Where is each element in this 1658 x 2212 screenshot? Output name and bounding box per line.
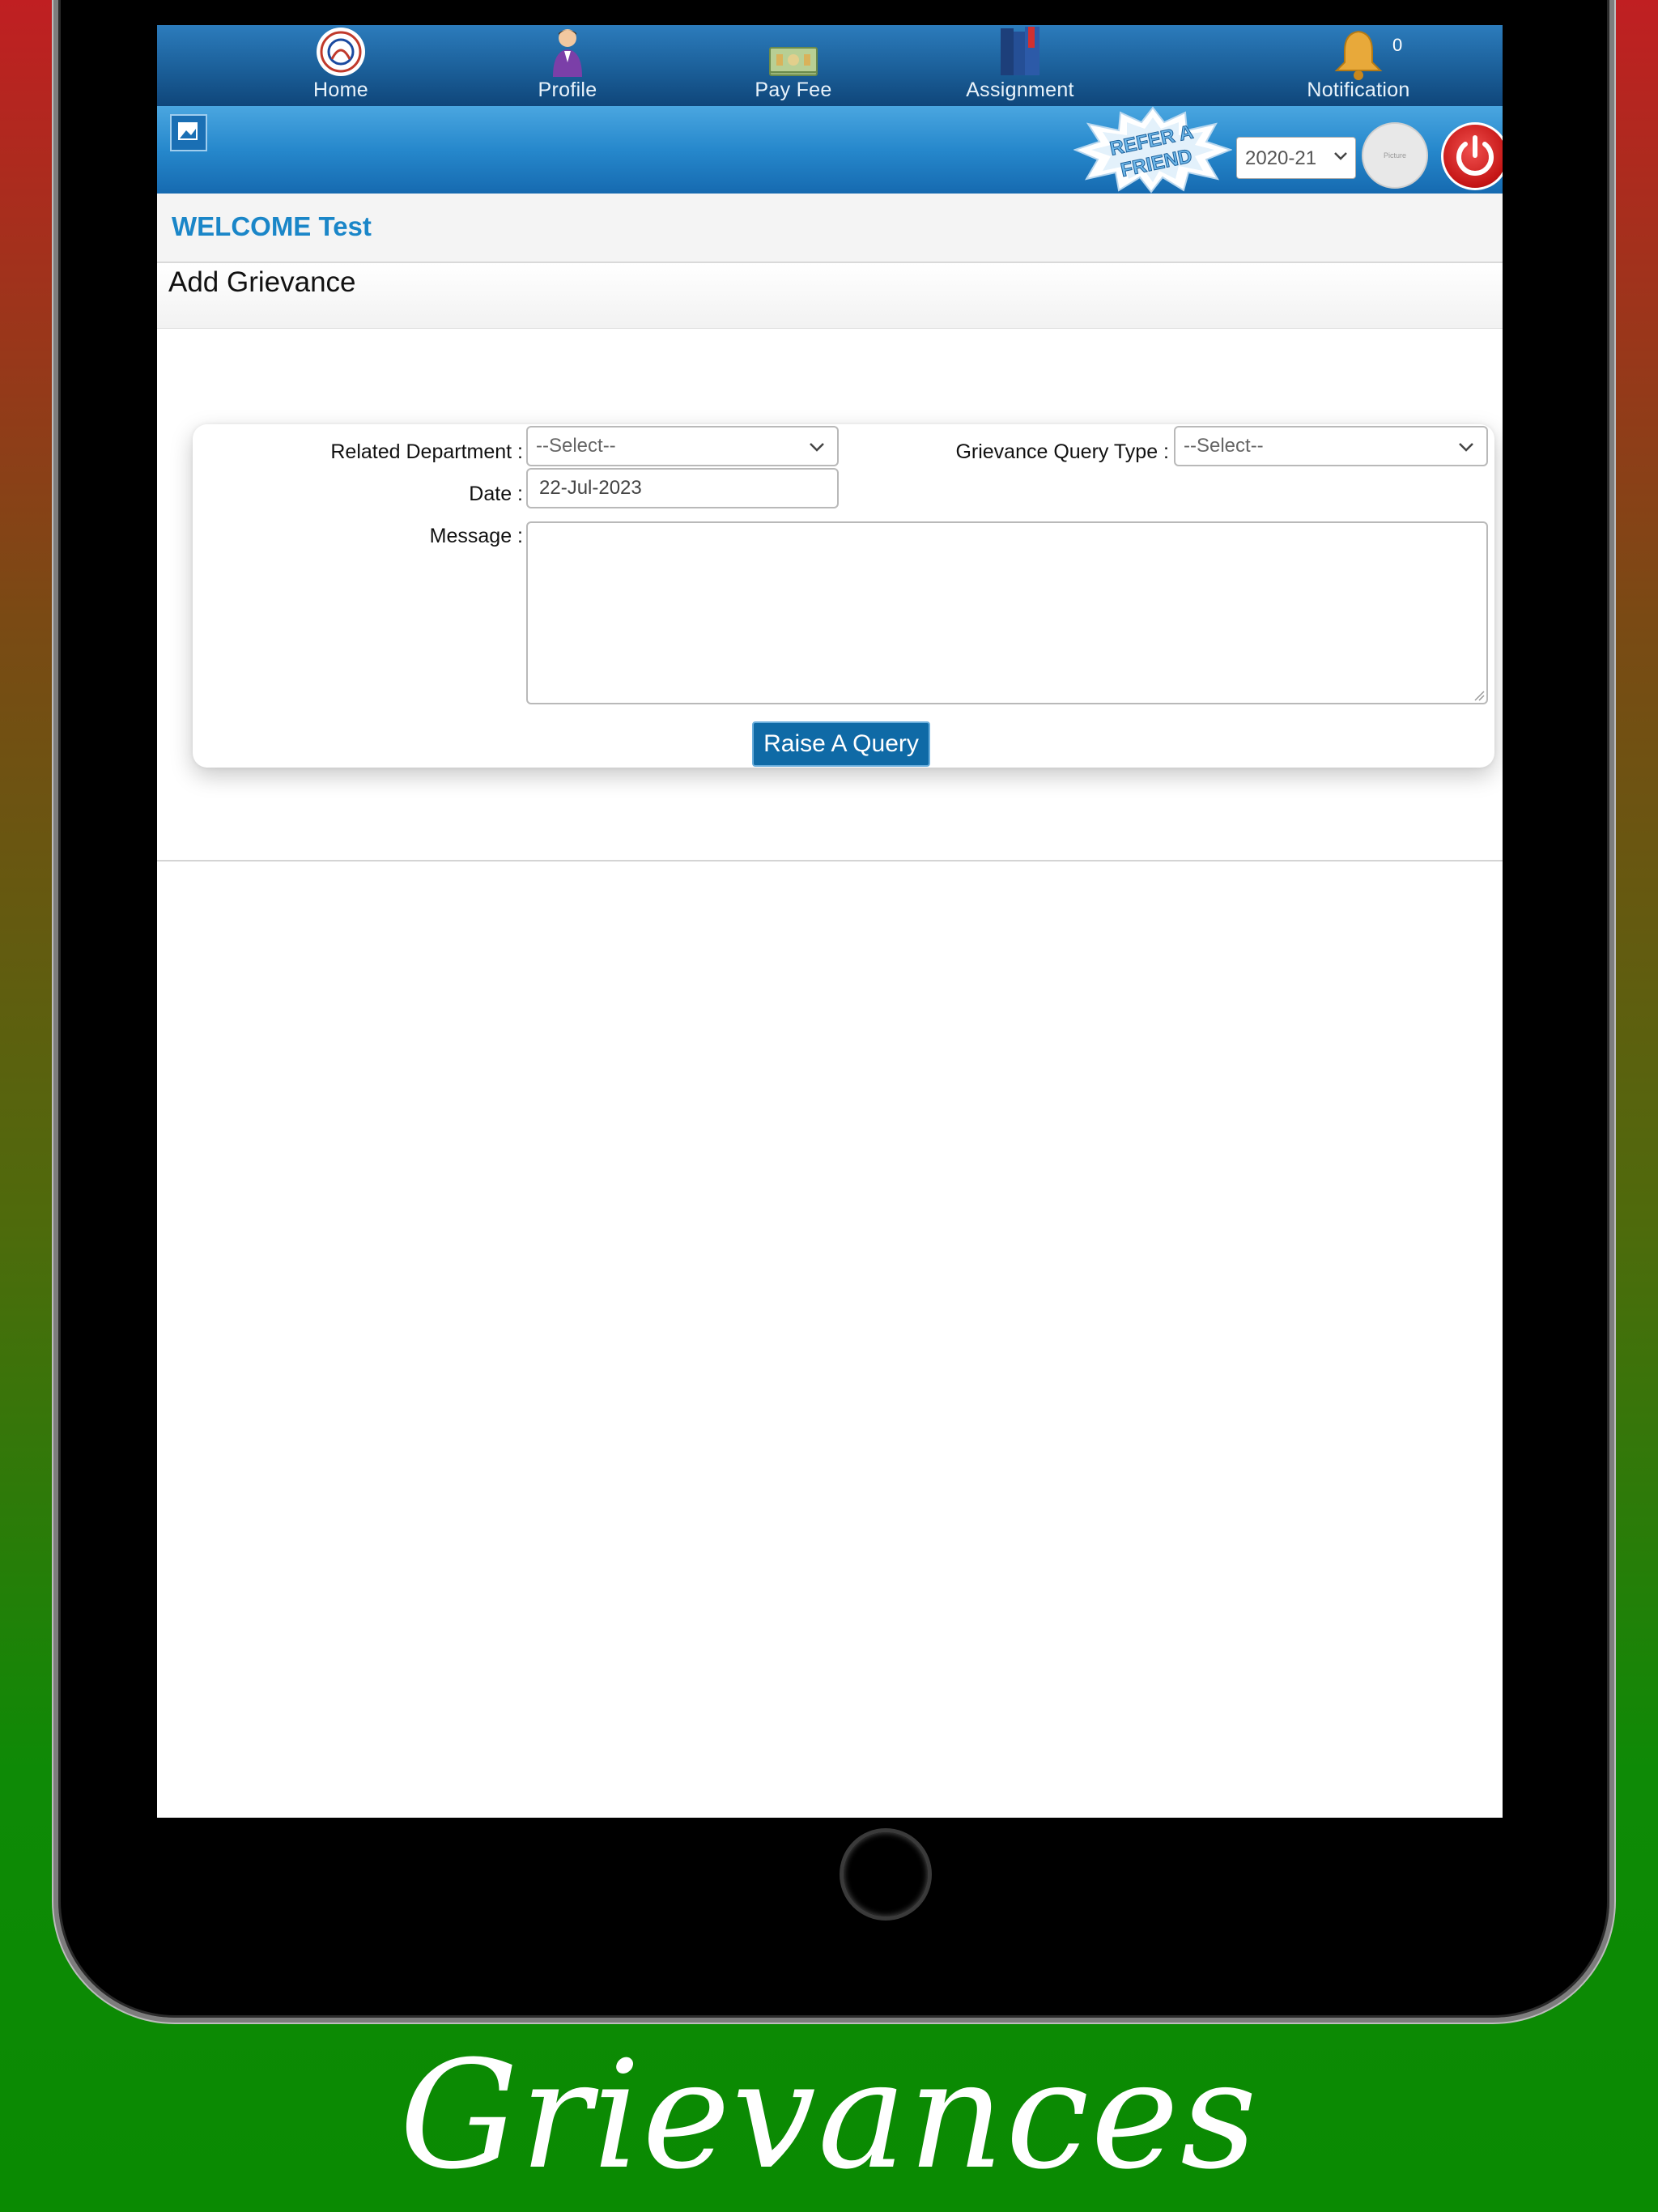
nav-pay-fee[interactable]: Pay Fee — [712, 25, 874, 106]
welcome-bar: WELCOME Test — [157, 194, 1503, 263]
message-textarea[interactable] — [526, 521, 1488, 704]
nav-notification[interactable]: 0 Notification — [1278, 25, 1439, 106]
department-select[interactable]: --Select-- — [526, 426, 839, 466]
welcome-text: WELCOME Test — [172, 211, 372, 241]
student-icon — [553, 29, 582, 77]
academic-year-value: 2020-21 — [1245, 147, 1317, 169]
nav-notification-label: Notification — [1307, 79, 1410, 101]
school-logo-icon — [317, 28, 365, 76]
header-bar: REFER A FRIEND 2020-21 Picture — [157, 106, 1503, 194]
nav-pay-fee-label: Pay Fee — [755, 79, 832, 101]
chevron-down-icon — [1459, 443, 1473, 452]
avatar-placeholder-text: Picture — [1383, 151, 1406, 160]
tablet-home-button[interactable] — [840, 1828, 932, 1921]
chevron-down-icon — [1334, 152, 1347, 160]
raise-query-button[interactable]: Raise A Query — [752, 721, 930, 767]
menu-image-icon — [178, 122, 198, 140]
nav-profile-label: Profile — [538, 79, 597, 101]
date-field[interactable]: 22-Jul-2023 — [526, 468, 839, 508]
nav-profile[interactable]: Profile — [487, 25, 648, 106]
app-screen: Home Profile Pay Fee Assignment 0 Notifi… — [157, 25, 1503, 1818]
department-select-value: --Select-- — [536, 435, 616, 457]
academic-year-select[interactable]: 2020-21 — [1236, 137, 1356, 179]
bell-icon — [1334, 30, 1383, 80]
top-navigation: Home Profile Pay Fee Assignment 0 Notifi… — [157, 25, 1503, 106]
promo-caption: Grievances — [399, 2029, 1259, 2202]
power-icon — [1456, 135, 1494, 176]
menu-toggle-button[interactable] — [170, 114, 207, 151]
content-divider — [157, 860, 1503, 861]
message-label: Message : — [429, 525, 523, 547]
query-type-select-value: --Select-- — [1184, 435, 1264, 457]
grievance-form-card: Related Department : --Select-- Grievanc… — [193, 424, 1494, 768]
page-title-bar: Add Grievance — [157, 263, 1503, 329]
nav-home[interactable]: Home — [260, 25, 422, 106]
books-icon — [1001, 27, 1039, 75]
date-label: Date : — [469, 483, 523, 505]
refer-a-friend-badge[interactable]: REFER A FRIEND — [1073, 106, 1232, 194]
nav-home-label: Home — [313, 79, 368, 101]
notification-count-badge: 0 — [1392, 35, 1403, 55]
nav-assignment[interactable]: Assignment — [939, 25, 1101, 106]
query-type-select[interactable]: --Select-- — [1174, 426, 1488, 466]
page-title: Add Grievance — [168, 266, 356, 298]
resize-handle-icon[interactable] — [1473, 690, 1485, 701]
query-type-label: Grievance Query Type : — [955, 440, 1169, 463]
department-label: Related Department : — [330, 440, 523, 463]
date-field-value: 22-Jul-2023 — [539, 477, 642, 499]
money-icon — [769, 47, 818, 76]
nav-assignment-label: Assignment — [966, 79, 1074, 101]
logout-button[interactable] — [1441, 122, 1503, 190]
avatar[interactable]: Picture — [1362, 122, 1428, 189]
chevron-down-icon — [810, 443, 824, 452]
